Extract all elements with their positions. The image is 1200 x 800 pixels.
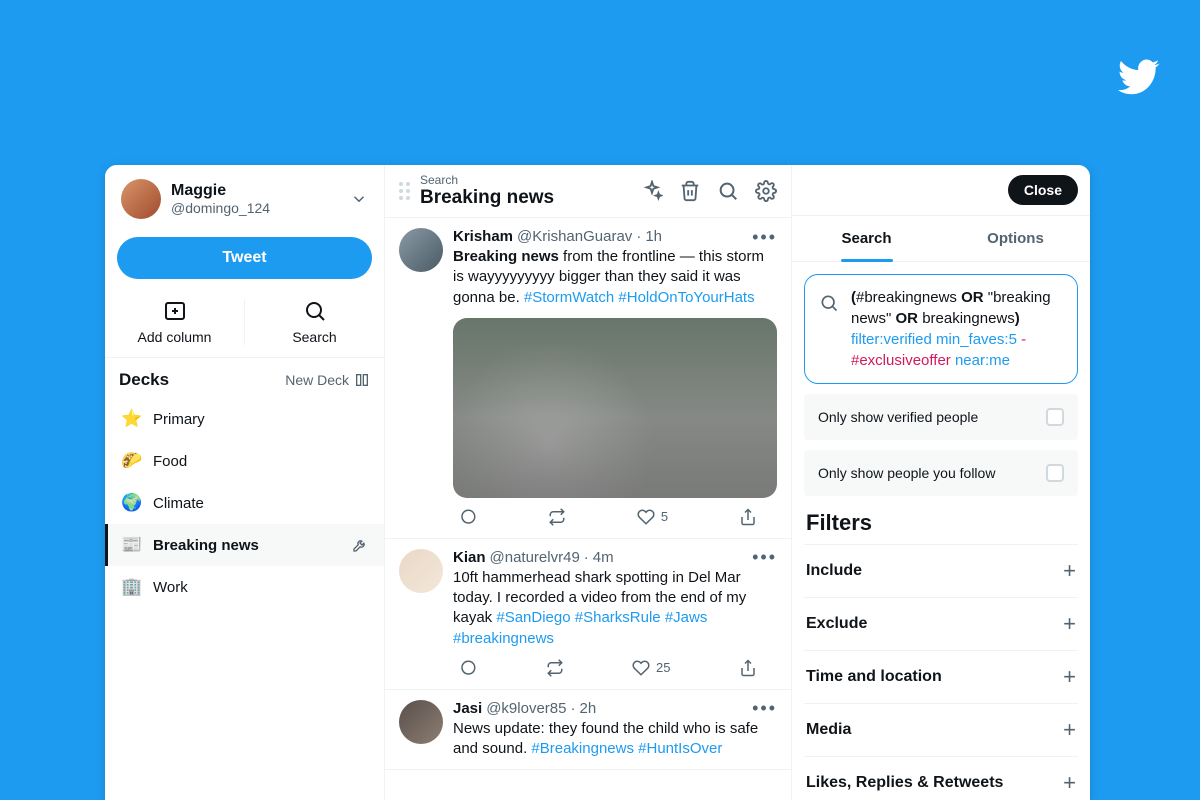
tab-search[interactable]: Search (792, 216, 941, 261)
filter-media[interactable]: Media+ (804, 703, 1078, 756)
plus-icon: + (1063, 666, 1076, 688)
profile-name: Maggie (171, 182, 350, 200)
column-breaking-news: Search Breaking news Krisham @KrishanGua… (385, 165, 792, 800)
filters-heading: Filters (804, 496, 1078, 544)
share-button[interactable] (739, 659, 757, 677)
avatar (121, 179, 161, 219)
newspaper-icon: 📰 (121, 535, 141, 555)
reply-button[interactable] (459, 659, 477, 677)
filter-include[interactable]: Include+ (804, 544, 1078, 597)
deck-item-food[interactable]: 🌮 Food (105, 440, 384, 482)
deck-label: Primary (153, 411, 205, 428)
toggle-following-only[interactable]: Only show people you follow (804, 450, 1078, 496)
column-title: Breaking news (420, 187, 631, 209)
tweet-author-name: Kian (453, 549, 486, 566)
tweet-text: Breaking news from the frontline — this … (453, 247, 777, 308)
sidebar-search-button[interactable]: Search (244, 299, 384, 345)
tweet-text: News update: they found the child who is… (453, 719, 777, 760)
profile-handle: @domingo_124 (171, 200, 350, 216)
filter-likes-replies-retweets[interactable]: Likes, Replies & Retweets+ (804, 756, 1078, 800)
account-switcher[interactable]: Maggie @domingo_124 (105, 165, 384, 233)
avatar (399, 549, 443, 593)
app-window: Maggie @domingo_124 Tweet Add column Sea… (105, 165, 1090, 800)
sparkle-icon[interactable] (641, 180, 663, 202)
search-query-input[interactable]: (#breakingnews OR "breaking news" OR bre… (804, 274, 1078, 384)
tweet[interactable]: Kian @naturelvr49 · 4m ••• 10ft hammerhe… (385, 539, 791, 690)
decks-heading: Decks (119, 370, 169, 390)
tweet-time: 1h (645, 228, 662, 245)
tweet-author-name: Krisham (453, 228, 513, 245)
checkbox[interactable] (1046, 408, 1064, 426)
deck-label: Climate (153, 495, 204, 512)
filter-exclude[interactable]: Exclude+ (804, 597, 1078, 650)
filter-time-location[interactable]: Time and location+ (804, 650, 1078, 703)
search-query-text: (#breakingnews OR "breaking news" OR bre… (851, 287, 1063, 371)
sidebar: Maggie @domingo_124 Tweet Add column Sea… (105, 165, 385, 800)
add-column-button[interactable]: Add column (105, 299, 244, 345)
plus-icon: + (1063, 613, 1076, 635)
trash-icon[interactable] (679, 180, 701, 202)
like-button[interactable]: 25 (632, 659, 670, 677)
share-button[interactable] (739, 508, 757, 526)
tweet-author-handle: @KrishanGuarav (517, 228, 632, 245)
tweet[interactable]: Jasi @k9lover85 · 2h ••• News update: th… (385, 690, 791, 771)
reply-button[interactable] (459, 508, 477, 526)
avatar (399, 228, 443, 272)
new-deck-icon (354, 372, 370, 388)
tweet-time: 2h (579, 700, 596, 717)
retweet-button[interactable] (548, 508, 566, 526)
new-deck-button[interactable]: New Deck (285, 372, 370, 388)
drag-handle-icon[interactable] (399, 182, 410, 200)
plus-icon: + (1063, 560, 1076, 582)
like-button[interactable]: 5 (637, 508, 668, 526)
search-icon[interactable] (717, 180, 739, 202)
star-icon: ⭐ (121, 409, 141, 429)
deck-item-work[interactable]: 🏢 Work (105, 566, 384, 608)
more-icon[interactable]: ••• (752, 703, 777, 713)
building-icon: 🏢 (121, 577, 141, 597)
wrench-icon[interactable] (352, 537, 368, 553)
chevron-down-icon (350, 190, 368, 208)
deck-label: Food (153, 453, 187, 470)
search-panel: Close Search Options (#breakingnews OR "… (792, 165, 1090, 800)
more-icon[interactable]: ••• (752, 232, 777, 242)
add-column-icon (163, 299, 187, 323)
retweet-button[interactable] (546, 659, 564, 677)
deck-item-climate[interactable]: 🌍 Climate (105, 482, 384, 524)
deck-item-breaking-news[interactable]: 📰 Breaking news (105, 524, 384, 566)
search-icon (303, 299, 327, 323)
tab-options[interactable]: Options (941, 216, 1090, 261)
tweet[interactable]: Krisham @KrishanGuarav · 1h ••• Breaking… (385, 218, 791, 539)
toggle-verified-only[interactable]: Only show verified people (804, 394, 1078, 440)
deck-item-primary[interactable]: ⭐ Primary (105, 398, 384, 440)
tweet-time: 4m (593, 549, 614, 566)
deck-label: Breaking news (153, 537, 259, 554)
avatar (399, 700, 443, 744)
column-kicker: Search (420, 173, 631, 187)
sidebar-search-label: Search (292, 329, 336, 345)
deck-label: Work (153, 579, 188, 596)
tweet-author-handle: @naturelvr49 (490, 549, 580, 566)
plus-icon: + (1063, 719, 1076, 741)
close-button[interactable]: Close (1008, 175, 1078, 205)
plus-icon: + (1063, 772, 1076, 794)
tweet-text: 10ft hammerhead shark spotting in Del Ma… (453, 568, 777, 649)
twitter-bird-icon (1113, 55, 1165, 97)
checkbox[interactable] (1046, 464, 1064, 482)
tweet-button[interactable]: Tweet (117, 237, 372, 279)
more-icon[interactable]: ••• (752, 552, 777, 562)
globe-icon: 🌍 (121, 493, 141, 513)
search-icon (819, 293, 839, 313)
taco-icon: 🌮 (121, 451, 141, 471)
gear-icon[interactable] (755, 180, 777, 202)
add-column-label: Add column (138, 329, 212, 345)
tweet-author-name: Jasi (453, 700, 482, 717)
tweet-author-handle: @k9lover85 (486, 700, 566, 717)
tweet-media-image[interactable] (453, 318, 777, 498)
